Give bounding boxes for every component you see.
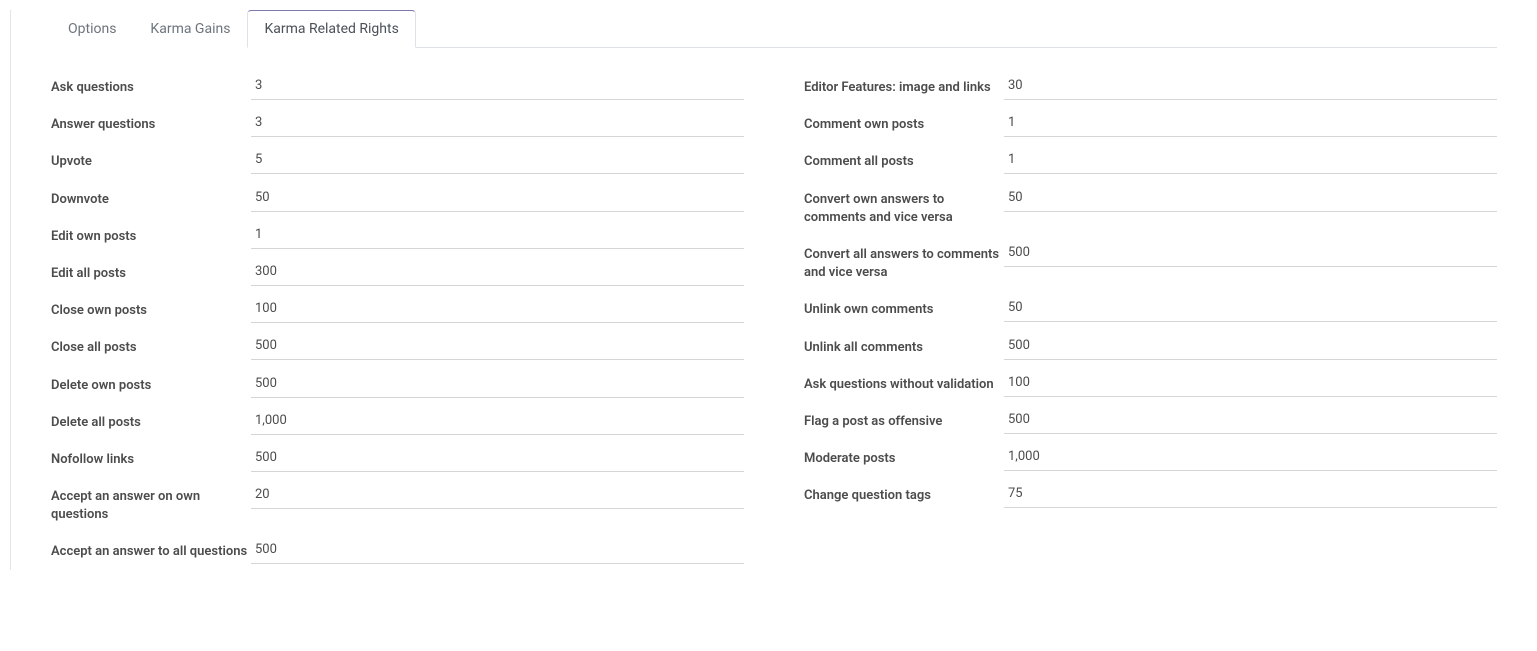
field-row-answer-questions: Answer questions — [51, 105, 744, 142]
field-row-delete-all-posts: Delete all posts — [51, 403, 744, 440]
label-edit-own-posts: Edit own posts — [51, 217, 251, 254]
field-row-upvote: Upvote — [51, 142, 744, 179]
label-unlink-all-comments: Unlink all comments — [804, 328, 1004, 365]
field-row-convert-own-answers: Convert own answers to comments and vice… — [804, 180, 1497, 235]
label-editor-features: Editor Features: image and links — [804, 68, 1004, 105]
label-accept-answer-own: Accept an answer on own questions — [51, 477, 251, 532]
tab-karma-gains[interactable]: Karma Gains — [133, 10, 247, 48]
label-convert-all-answers: Convert all answers to comments and vice… — [804, 235, 1004, 290]
input-comment-all-posts[interactable] — [1004, 142, 1497, 174]
field-row-close-all-posts: Close all posts — [51, 328, 744, 365]
input-convert-all-answers[interactable] — [1004, 235, 1497, 267]
input-editor-features[interactable] — [1004, 68, 1497, 100]
right-column: Editor Features: image and linksComment … — [804, 68, 1497, 570]
field-row-accept-answer-all: Accept an answer to all questions — [51, 532, 744, 569]
input-change-question-tags[interactable] — [1004, 476, 1497, 508]
input-downvote[interactable] — [251, 180, 744, 212]
input-close-own-posts[interactable] — [251, 291, 744, 323]
label-ask-without-validation: Ask questions without validation — [804, 365, 1004, 402]
label-answer-questions: Answer questions — [51, 105, 251, 142]
label-close-all-posts: Close all posts — [51, 328, 251, 365]
input-edit-own-posts[interactable] — [251, 217, 744, 249]
input-ask-without-validation[interactable] — [1004, 365, 1497, 397]
input-unlink-own-comments[interactable] — [1004, 290, 1497, 322]
input-delete-own-posts[interactable] — [251, 366, 744, 398]
input-moderate-posts[interactable] — [1004, 439, 1497, 471]
label-nofollow-links: Nofollow links — [51, 440, 251, 477]
label-unlink-own-comments: Unlink own comments — [804, 290, 1004, 327]
tabs-bar: Options Karma Gains Karma Related Rights — [51, 10, 1497, 48]
field-row-ask-questions: Ask questions — [51, 68, 744, 105]
input-nofollow-links[interactable] — [251, 440, 744, 472]
input-convert-own-answers[interactable] — [1004, 180, 1497, 212]
input-accept-answer-own[interactable] — [251, 477, 744, 509]
karma-rights-form: Ask questionsAnswer questionsUpvoteDownv… — [51, 68, 1497, 570]
label-downvote: Downvote — [51, 180, 251, 217]
field-row-flag-offensive: Flag a post as offensive — [804, 402, 1497, 439]
label-comment-all-posts: Comment all posts — [804, 142, 1004, 179]
field-row-comment-all-posts: Comment all posts — [804, 142, 1497, 179]
tab-karma-rights[interactable]: Karma Related Rights — [247, 10, 415, 48]
label-delete-all-posts: Delete all posts — [51, 403, 251, 440]
field-row-change-question-tags: Change question tags — [804, 476, 1497, 513]
input-upvote[interactable] — [251, 142, 744, 174]
input-accept-answer-all[interactable] — [251, 532, 744, 564]
input-close-all-posts[interactable] — [251, 328, 744, 360]
field-row-moderate-posts: Moderate posts — [804, 439, 1497, 476]
label-upvote: Upvote — [51, 142, 251, 179]
field-row-comment-own-posts: Comment own posts — [804, 105, 1497, 142]
field-row-close-own-posts: Close own posts — [51, 291, 744, 328]
label-flag-offensive: Flag a post as offensive — [804, 402, 1004, 439]
field-row-ask-without-validation: Ask questions without validation — [804, 365, 1497, 402]
field-row-editor-features: Editor Features: image and links — [804, 68, 1497, 105]
label-moderate-posts: Moderate posts — [804, 439, 1004, 476]
label-comment-own-posts: Comment own posts — [804, 105, 1004, 142]
left-column: Ask questionsAnswer questionsUpvoteDownv… — [51, 68, 744, 570]
label-close-own-posts: Close own posts — [51, 291, 251, 328]
input-edit-all-posts[interactable] — [251, 254, 744, 286]
input-ask-questions[interactable] — [251, 68, 744, 100]
input-delete-all-posts[interactable] — [251, 403, 744, 435]
label-ask-questions: Ask questions — [51, 68, 251, 105]
field-row-edit-own-posts: Edit own posts — [51, 217, 744, 254]
field-row-downvote: Downvote — [51, 180, 744, 217]
field-row-delete-own-posts: Delete own posts — [51, 366, 744, 403]
field-row-convert-all-answers: Convert all answers to comments and vice… — [804, 235, 1497, 290]
field-row-nofollow-links: Nofollow links — [51, 440, 744, 477]
input-flag-offensive[interactable] — [1004, 402, 1497, 434]
input-unlink-all-comments[interactable] — [1004, 328, 1497, 360]
tab-options[interactable]: Options — [51, 10, 133, 48]
label-change-question-tags: Change question tags — [804, 476, 1004, 513]
label-edit-all-posts: Edit all posts — [51, 254, 251, 291]
field-row-edit-all-posts: Edit all posts — [51, 254, 744, 291]
input-answer-questions[interactable] — [251, 105, 744, 137]
label-delete-own-posts: Delete own posts — [51, 366, 251, 403]
field-row-unlink-all-comments: Unlink all comments — [804, 328, 1497, 365]
input-comment-own-posts[interactable] — [1004, 105, 1497, 137]
label-accept-answer-all: Accept an answer to all questions — [51, 532, 251, 569]
field-row-accept-answer-own: Accept an answer on own questions — [51, 477, 744, 532]
label-convert-own-answers: Convert own answers to comments and vice… — [804, 180, 1004, 235]
field-row-unlink-own-comments: Unlink own comments — [804, 290, 1497, 327]
